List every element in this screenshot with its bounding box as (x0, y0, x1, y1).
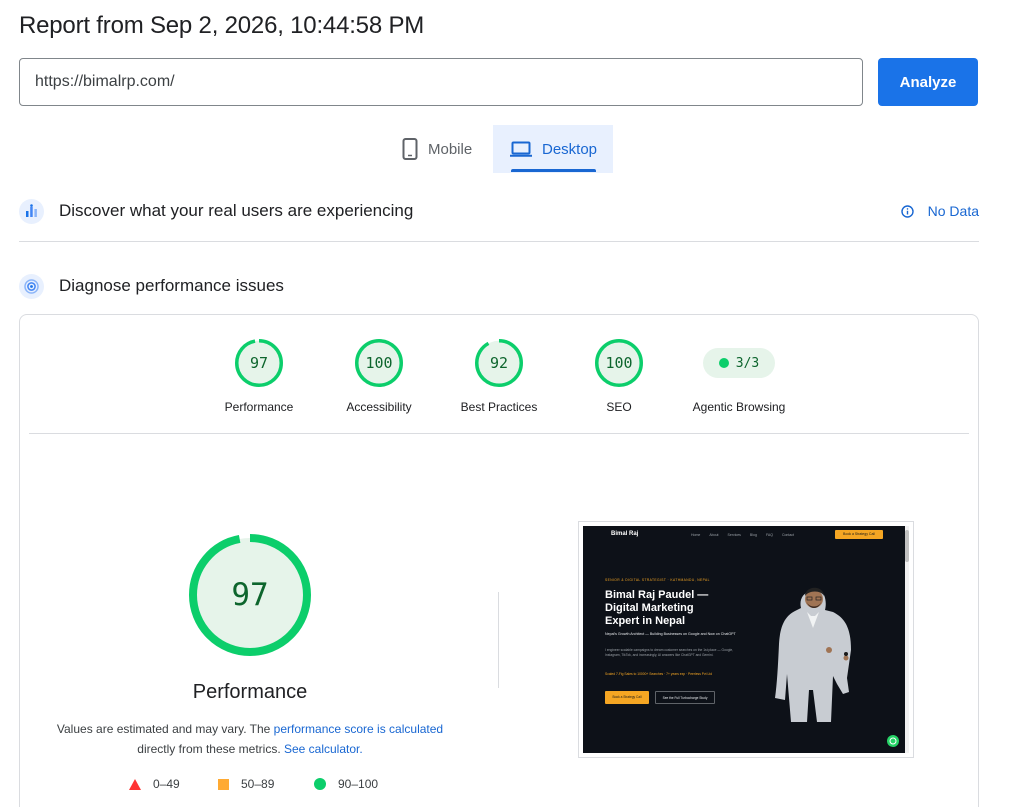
vertical-divider (498, 592, 499, 688)
site-cta-button: Book a Strategy Call (835, 530, 883, 539)
gauge-label: Performance (224, 400, 294, 414)
site-headline-line: Digital Marketing (605, 602, 694, 614)
lab-data-title: Diagnose performance issues (59, 276, 284, 295)
site-headline: Bimal Raj Paudel — Digital Marketing Exp… (605, 589, 708, 628)
agentic-value: 3/3 (735, 355, 760, 371)
performance-icon (19, 273, 44, 299)
tab-mobile-label: Mobile (428, 140, 473, 158)
site-nav-item: Contact (781, 533, 795, 537)
gauge-score: 92 (489, 354, 509, 372)
lab-data-section: Diagnose performance issues (19, 272, 979, 300)
circle-icon (314, 778, 326, 790)
site-brand: Bimal Raj (611, 531, 639, 537)
card-divider (29, 433, 969, 434)
gauge-score: 100 (365, 354, 393, 372)
performance-title: Performance (192, 681, 308, 703)
triangle-icon (129, 778, 141, 790)
square-icon (218, 778, 229, 790)
gauge-label: SEO (606, 400, 632, 414)
pass-dot-icon (718, 358, 729, 368)
section-divider (19, 241, 979, 242)
legend-range: 50–89 (241, 777, 275, 791)
agentic-label: Agentic Browsing (692, 400, 786, 414)
site-primary-button: Book a Strategy Call (605, 691, 649, 704)
site-eyebrow: SENIOR & DIGITAL STRATEGIST · KATHMANDU,… (605, 578, 710, 582)
whatsapp-icon (887, 735, 899, 747)
no-data-status[interactable]: No Data (900, 203, 979, 219)
no-data-label: No Data (927, 203, 979, 219)
legend-pass: 90–100 (314, 777, 378, 791)
performance-note: Values are estimated and may vary. The p… (40, 719, 460, 759)
gauge-score: 97 (249, 354, 269, 372)
see-calculator-link[interactable]: See calculator. (284, 742, 363, 756)
site-body: I engineer scalable campaigns to dream c… (605, 648, 734, 657)
tab-mobile[interactable]: Mobile (386, 125, 493, 173)
presenter-photo (775, 587, 851, 722)
tab-selected-indicator (511, 169, 596, 172)
site-nav: Home About Services Blog FAQ Contact (691, 533, 794, 537)
report-title: Report from Sep 2, 2026, 10:44:58 PM (19, 12, 425, 39)
field-data-title: Discover what your real users are experi… (59, 201, 414, 220)
site-subhead: Nepal's Growth Architect — Building Busi… (605, 632, 736, 636)
note-text-2: directly from these metrics. (137, 742, 284, 756)
site-nav-item: Services (727, 533, 741, 537)
score-calculated-link[interactable]: performance score is calculated (274, 722, 443, 736)
performance-score: 97 (231, 577, 269, 613)
site-nav-item: FAQ (765, 533, 773, 537)
gauge-label: Accessibility (346, 400, 412, 414)
users-chart-icon (19, 198, 44, 224)
legend-average: 50–89 (218, 777, 274, 791)
site-headline-line: Expert in Nepal (605, 615, 686, 627)
gauge-score: 100 (605, 354, 633, 372)
tab-desktop-label: Desktop (542, 140, 598, 158)
field-data-section: Discover what your real users are experi… (19, 197, 979, 225)
gauge-label: Best Practices (460, 400, 538, 414)
note-text: Values are estimated and may vary. The (56, 722, 274, 736)
legend-range: 90–100 (338, 777, 379, 791)
site-nav-item: About (709, 533, 719, 537)
site-nav-item: Blog (749, 533, 757, 537)
legend-fail: 0–49 (129, 777, 180, 791)
url-input[interactable] (19, 58, 863, 106)
smartphone-icon (402, 138, 418, 160)
screenshot-scrollbar-thumb (905, 530, 909, 562)
laptop-icon (510, 141, 532, 157)
site-headline-line: Bimal Raj Paudel — (605, 589, 709, 601)
agentic-browsing-badge[interactable]: 3/3 (703, 348, 775, 378)
site-highlight: Scaled 7-Fig Sales to 10000+ Searches · … (605, 672, 713, 676)
tab-desktop[interactable]: Desktop (493, 125, 613, 173)
info-icon (900, 204, 914, 218)
site-secondary-button: See the Full Turbocharge Study (655, 691, 715, 704)
legend-range: 0–49 (153, 777, 180, 791)
site-nav-item: Home (691, 533, 701, 537)
analyze-button[interactable]: Analyze (878, 58, 978, 106)
final-screenshot[interactable]: Bimal Raj Home About Services Blog FAQ C… (583, 526, 905, 753)
